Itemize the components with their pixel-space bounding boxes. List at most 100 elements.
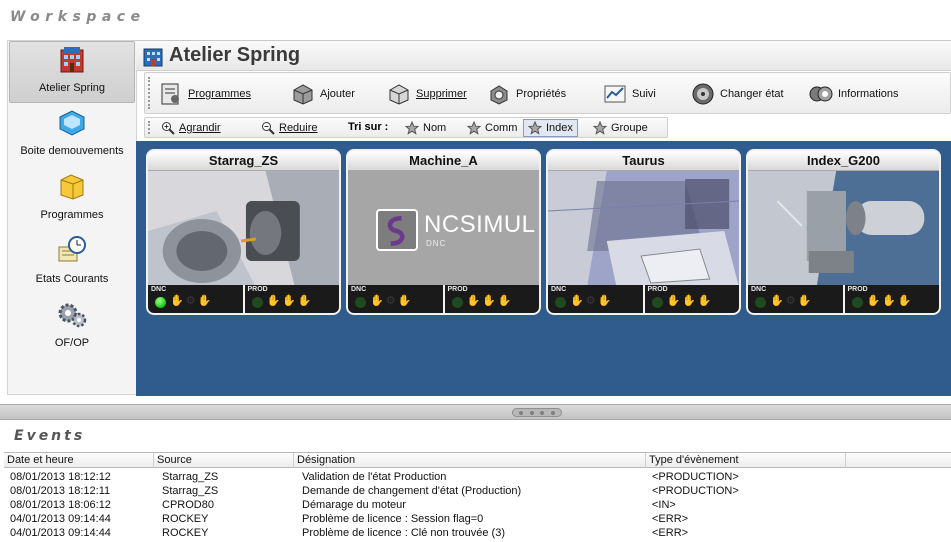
page-title: Atelier Spring	[169, 44, 301, 66]
machine-image	[548, 171, 739, 287]
sidebar-item-atelier-spring[interactable]: Atelier Spring	[9, 41, 135, 103]
programmes-button[interactable]: Programmes	[159, 79, 251, 109]
informations-button[interactable]: Informations	[809, 79, 899, 109]
prod-label: PROD	[447, 286, 468, 293]
events-table: Date et heure Source Désignation Type d'…	[4, 452, 951, 542]
main-toolbar: Programmes Ajouter Supprimer Propriétés …	[144, 72, 951, 114]
dnc-label: DNC	[751, 286, 767, 293]
events-title: Events	[14, 428, 86, 444]
machine-image	[748, 171, 939, 287]
sidebar-item-label: Boite demouvements	[20, 145, 124, 157]
cell-designation: Problème de licence : Clé non trouvée (3…	[302, 527, 505, 539]
machines-area: Starrag_ZS DNC ✋⚙✋ PROD ✋✋✋ Machine_A NC…	[136, 141, 951, 396]
dnc-indicator-icons: ✋⚙✋	[170, 295, 214, 307]
dnc-status: DNC ✋⚙✋	[548, 285, 645, 313]
building-icon	[60, 47, 84, 73]
cell-source: CPROD80	[162, 499, 214, 511]
sidebar-item-etats-courants[interactable]: Etats Courants	[8, 233, 136, 295]
folder-icon	[60, 174, 84, 200]
sidebar-item-label: Atelier Spring	[38, 82, 106, 94]
star-icon	[528, 121, 542, 135]
cell-source: Starrag_ZS	[162, 471, 219, 483]
cell-event-type: <ERR>	[652, 527, 689, 539]
machine-card[interactable]: Taurus DNC ✋⚙✋ PROD ✋✋✋	[546, 149, 741, 315]
change-state-icon	[692, 83, 714, 105]
sidebar: Atelier Spring Boite demouvements Progra…	[7, 40, 137, 395]
sidebar-item-boite-demouvements[interactable]: Boite demouvements	[8, 105, 136, 167]
star-icon	[405, 121, 419, 135]
sort-groupe-button[interactable]: Groupe	[589, 119, 652, 137]
cell-designation: Problème de licence : Session flag=0	[302, 513, 484, 525]
column-header-designation[interactable]: Désignation	[294, 453, 646, 468]
dnc-label: DNC	[551, 286, 567, 293]
sidebar-item-of-op[interactable]: OF/OP	[8, 297, 136, 359]
table-row[interactable]: 08/01/2013 18:12:12 Starrag_ZS Validatio…	[4, 470, 951, 484]
main-header: Atelier Spring	[136, 41, 951, 71]
dnc-led	[755, 297, 766, 308]
toolbar-grip[interactable]	[148, 77, 151, 109]
prod-indicator-icons: ✋✋✋	[266, 295, 314, 307]
proprietes-button[interactable]: Propriétés	[487, 79, 566, 109]
table-row[interactable]: 08/01/2013 18:12:11 Starrag_ZS Demande d…	[4, 484, 951, 498]
panel-splitter	[0, 404, 951, 420]
column-header-event-type[interactable]: Type d'évènement	[646, 453, 846, 468]
toolbar-grip[interactable]	[148, 121, 151, 134]
tray-icon	[59, 110, 85, 136]
sort-index-button[interactable]: Index	[523, 119, 578, 137]
dnc-label: DNC	[351, 286, 367, 293]
machine-status-bar: DNC ✋⚙✋ PROD ✋✋✋	[748, 285, 939, 313]
dnc-status: DNC ✋⚙✋	[748, 285, 845, 313]
machine-name: Index_G200	[748, 151, 939, 171]
sort-label: Tri sur :	[348, 121, 389, 133]
dnc-led	[355, 297, 366, 308]
prod-status: PROD ✋✋✋	[645, 285, 740, 313]
cell-event-type: <IN>	[652, 499, 676, 511]
changer-etat-button[interactable]: Changer état	[691, 79, 784, 109]
prod-label: PROD	[247, 286, 268, 293]
cell-event-type: <PRODUCTION>	[652, 485, 739, 497]
machine-card[interactable]: Machine_A NCSIMUL DNC DNC ✋⚙✋ PROD ✋✋✋	[346, 149, 541, 315]
agrandir-button[interactable]: Agrandir	[157, 119, 225, 137]
dnc-status: DNC ✋⚙✋	[348, 285, 445, 313]
chart-icon	[604, 85, 626, 103]
view-toolbar: Agrandir Reduire Tri sur : Nom Comm Inde…	[144, 117, 668, 138]
cell-designation: Demande de changement d'état (Production…	[302, 485, 522, 497]
suivi-button[interactable]: Suivi	[603, 79, 656, 109]
proprietes-label: Propriétés	[516, 88, 567, 100]
table-row[interactable]: 04/01/2013 09:14:44 ROCKEY Problème de l…	[4, 512, 951, 526]
reduire-button[interactable]: Reduire	[257, 119, 322, 137]
prod-indicator-icons: ✋✋✋	[466, 295, 514, 307]
cell-event-type: <PRODUCTION>	[652, 471, 739, 483]
delete-icon	[389, 84, 409, 105]
sort-index-label: Index	[546, 122, 573, 134]
programmes-label: Programmes	[188, 88, 251, 100]
table-row[interactable]: 08/01/2013 18:06:12 CPROD80 Démarage du …	[4, 498, 951, 512]
splitter-handle[interactable]	[512, 408, 562, 417]
sort-comm-button[interactable]: Comm	[463, 119, 521, 137]
cell-date: 08/01/2013 18:06:12	[10, 499, 111, 511]
ncsimul-logo-icon	[376, 209, 418, 251]
suivi-label: Suivi	[632, 88, 656, 100]
machine-image: NCSIMUL DNC	[348, 171, 539, 287]
prod-status: PROD ✋✋✋	[245, 285, 340, 313]
machine-name: Machine_A	[348, 151, 539, 171]
dnc-indicator-icons: ✋⚙✋	[770, 295, 814, 307]
ajouter-button[interactable]: Ajouter	[291, 79, 355, 109]
sort-nom-label: Nom	[423, 122, 447, 134]
column-header-date[interactable]: Date et heure	[4, 453, 154, 468]
sort-nom-button[interactable]: Nom	[401, 119, 450, 137]
table-row[interactable]: 04/01/2013 09:14:44 ROCKEY Problème de l…	[4, 526, 951, 540]
events-table-header: Date et heure Source Désignation Type d'…	[4, 453, 951, 468]
machine-card[interactable]: Index_G200 DNC ✋⚙✋ PROD ✋✋✋	[746, 149, 941, 315]
supprimer-button[interactable]: Supprimer	[387, 79, 467, 109]
star-icon	[467, 121, 481, 135]
prod-led	[851, 297, 863, 308]
column-header-source[interactable]: Source	[154, 453, 294, 468]
machine-card[interactable]: Starrag_ZS DNC ✋⚙✋ PROD ✋✋✋	[146, 149, 341, 315]
dnc-indicator-icons: ✋⚙✋	[370, 295, 414, 307]
properties-icon	[490, 85, 508, 105]
cell-source: Starrag_ZS	[162, 485, 219, 497]
sidebar-item-programmes[interactable]: Programmes	[8, 169, 136, 231]
building-icon	[143, 48, 163, 67]
prod-led	[651, 297, 663, 308]
